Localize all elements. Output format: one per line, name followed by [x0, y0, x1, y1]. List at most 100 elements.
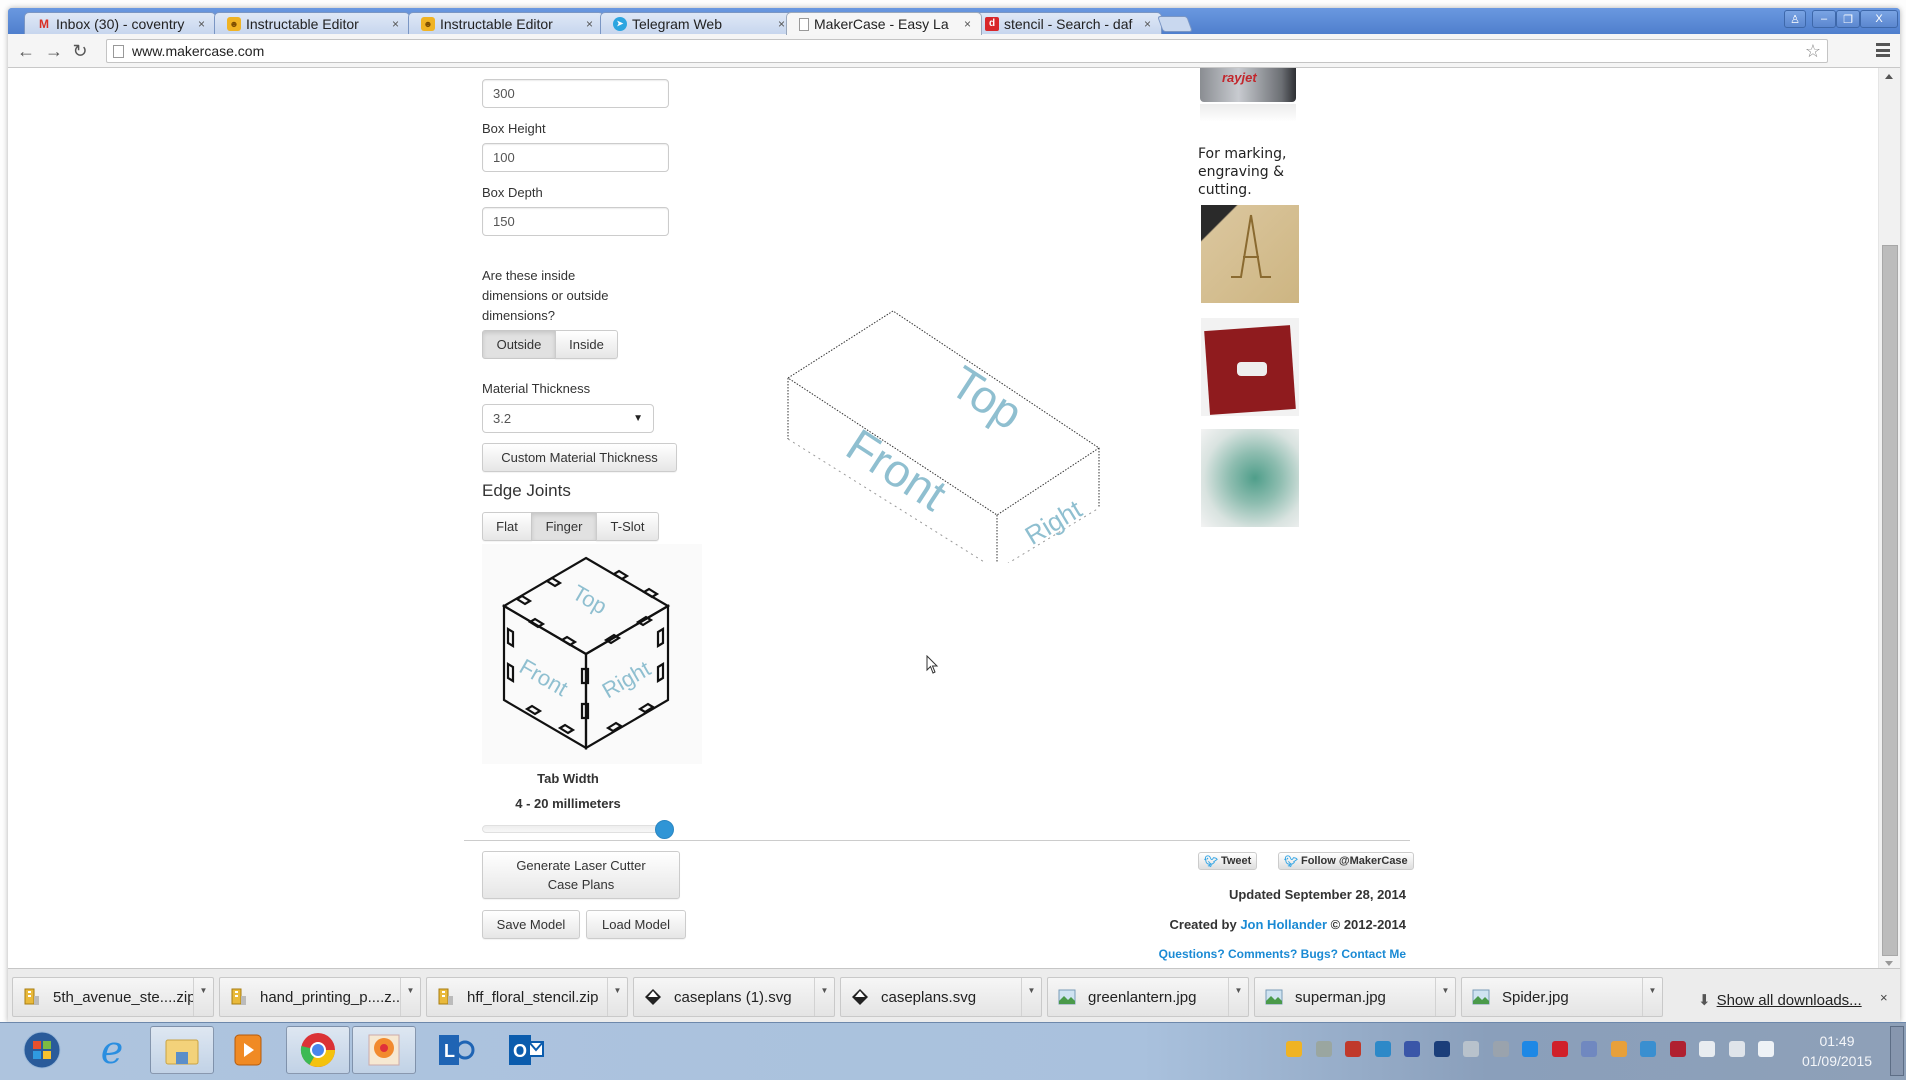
- scrollbar-thumb[interactable]: [1882, 245, 1898, 956]
- reload-button[interactable]: ↻: [70, 41, 90, 61]
- tab-close-icon[interactable]: ×: [392, 17, 399, 31]
- download-menu-arrow-icon[interactable]: ▼: [814, 978, 834, 1016]
- battery-icon[interactable]: [1699, 1041, 1715, 1057]
- new-tab-button[interactable]: [1157, 16, 1193, 32]
- scroll-up-arrow-icon[interactable]: [1885, 74, 1893, 79]
- tab-instructable-2[interactable]: ☻ Instructable Editor ×: [408, 12, 604, 34]
- forward-button[interactable]: →: [44, 41, 64, 61]
- security-shield-icon[interactable]: [1492, 1041, 1509, 1057]
- ad-thumbnail-lace[interactable]: [1201, 429, 1299, 527]
- page-scrollbar[interactable]: [1878, 68, 1900, 972]
- wifi-icon[interactable]: [1374, 1041, 1391, 1057]
- taskbar-lync[interactable]: L: [424, 1026, 488, 1074]
- material-thickness-select[interactable]: 3.2 ▼: [482, 404, 654, 433]
- tab-instructable-1[interactable]: ☻ Instructable Editor ×: [214, 12, 410, 34]
- download-item[interactable]: Spider.jpg ▼: [1461, 977, 1663, 1017]
- tab-deviantart[interactable]: d stencil - Search - daf ×: [972, 12, 1162, 34]
- download-item[interactable]: hff_floral_stencil.zip ▼: [426, 977, 628, 1017]
- signal-icon[interactable]: [1728, 1041, 1745, 1057]
- tab-close-icon[interactable]: ×: [964, 17, 971, 31]
- sync-icon[interactable]: [1404, 1041, 1420, 1057]
- bluetooth-icon[interactable]: [1433, 1041, 1450, 1057]
- inside-button[interactable]: Inside: [555, 330, 618, 359]
- taskbar-outlook[interactable]: O: [494, 1026, 558, 1074]
- box-3d-preview[interactable]: Top Front Right: [768, 293, 1148, 563]
- download-menu-arrow-icon[interactable]: ▼: [1642, 978, 1662, 1016]
- ad-thumbnail-puzzle[interactable]: [1201, 318, 1299, 416]
- taskbar-media-player[interactable]: [216, 1026, 280, 1074]
- follow-button[interactable]: 🐦︎ Follow @MakerCase: [1278, 852, 1414, 870]
- volume-icon[interactable]: [1758, 1041, 1774, 1057]
- generate-plans-button[interactable]: Generate Laser Cutter Case Plans: [482, 851, 680, 899]
- windows-update-icon[interactable]: [1286, 1041, 1302, 1057]
- download-item[interactable]: superman.jpg ▼: [1254, 977, 1456, 1017]
- minimize-button[interactable]: –: [1812, 10, 1836, 28]
- download-menu-arrow-icon[interactable]: ▼: [607, 978, 627, 1016]
- download-item[interactable]: caseplans (1).svg ▼: [633, 977, 835, 1017]
- contact-link[interactable]: Questions? Comments? Bugs? Contact Me: [1159, 947, 1406, 961]
- mcafee-icon[interactable]: [1669, 1041, 1686, 1057]
- taskbar-paint-app[interactable]: [352, 1026, 416, 1074]
- taskbar-chrome[interactable]: [286, 1026, 350, 1074]
- custom-material-thickness-button[interactable]: Custom Material Thickness: [482, 443, 677, 472]
- start-button[interactable]: [10, 1026, 74, 1074]
- tab-close-icon[interactable]: ×: [778, 17, 785, 31]
- tab-close-icon[interactable]: ×: [1144, 17, 1151, 31]
- restore-button[interactable]: ❐: [1836, 10, 1860, 28]
- show-all-downloads-link[interactable]: ⬇ Show all downloads...: [1698, 991, 1862, 1009]
- user-profile-button[interactable]: ♙: [1784, 10, 1806, 28]
- flat-joint-button[interactable]: Flat: [482, 512, 532, 541]
- bookmark-star-icon[interactable]: ☆: [1805, 41, 1821, 62]
- browser-toolbar: ← → ↻ www.makercase.com ☆: [8, 34, 1900, 68]
- finger-joint-button[interactable]: Finger: [531, 512, 597, 541]
- tab-close-icon[interactable]: ×: [586, 17, 593, 31]
- tab-close-icon[interactable]: ×: [198, 17, 205, 31]
- box-depth-input[interactable]: 150: [482, 207, 669, 236]
- download-filename: Spider.jpg: [1502, 988, 1569, 1006]
- download-menu-arrow-icon[interactable]: ▼: [400, 978, 420, 1016]
- disk-icon[interactable]: [1463, 1041, 1479, 1057]
- box-width-input[interactable]: 300: [482, 79, 669, 108]
- close-window-button[interactable]: X: [1860, 10, 1898, 28]
- download-item[interactable]: 5th_avenue_ste....zip ▼: [12, 977, 214, 1017]
- network-error-icon[interactable]: [1345, 1041, 1361, 1057]
- download-menu-arrow-icon[interactable]: ▼: [1435, 978, 1455, 1016]
- url-text[interactable]: www.makercase.com: [132, 43, 1805, 59]
- save-model-button[interactable]: Save Model: [482, 910, 580, 939]
- back-button[interactable]: ←: [16, 41, 36, 61]
- it-icon[interactable]: [1522, 1041, 1538, 1057]
- app-red-icon[interactable]: [1551, 1041, 1568, 1057]
- load-model-button[interactable]: Load Model: [586, 910, 686, 939]
- slider-thumb[interactable]: [655, 820, 674, 839]
- tslot-joint-button[interactable]: T-Slot: [596, 512, 659, 541]
- address-bar[interactable]: www.makercase.com ☆: [106, 39, 1828, 63]
- tweet-button[interactable]: 🐦︎ Tweet: [1198, 852, 1258, 870]
- close-shelf-button[interactable]: ×: [1880, 990, 1888, 1005]
- ad-thumbnail-eiffel[interactable]: [1201, 205, 1299, 303]
- rayjet-ad-image[interactable]: rayjet: [1198, 68, 1302, 126]
- tab-makercase[interactable]: MakerCase - Easy La ×: [786, 12, 982, 35]
- download-menu-arrow-icon[interactable]: ▼: [193, 978, 213, 1016]
- tab-gmail[interactable]: M Inbox (30) - coventry ×: [24, 12, 216, 34]
- usb-icon[interactable]: [1581, 1041, 1597, 1057]
- taskbar-clock[interactable]: 01:49 01/09/2015: [1790, 1031, 1884, 1071]
- download-menu-arrow-icon[interactable]: ▼: [1021, 978, 1041, 1016]
- tab-width-slider[interactable]: [482, 820, 674, 839]
- show-desktop-button[interactable]: [1890, 1026, 1904, 1076]
- chrome-menu-icon[interactable]: [1876, 43, 1890, 57]
- download-item[interactable]: caseplans.svg ▼: [840, 977, 1042, 1017]
- scroll-down-arrow-icon[interactable]: [1885, 961, 1893, 966]
- download-item[interactable]: greenlantern.jpg ▼: [1047, 977, 1249, 1017]
- download-menu-arrow-icon[interactable]: ▼: [1228, 978, 1248, 1016]
- tab-telegram[interactable]: ➤ Telegram Web ×: [600, 12, 796, 34]
- download-item[interactable]: hand_printing_p....z... ▼: [219, 977, 421, 1017]
- outlook-icon: O: [509, 1035, 544, 1065]
- orange-app-icon[interactable]: [1610, 1041, 1627, 1057]
- box-height-input[interactable]: 100: [482, 143, 669, 172]
- taskbar-file-explorer[interactable]: [150, 1026, 214, 1074]
- taskbar-internet-explorer[interactable]: e: [80, 1026, 144, 1074]
- monitor-icon[interactable]: [1640, 1041, 1656, 1057]
- camera-icon[interactable]: [1315, 1041, 1332, 1057]
- outside-button[interactable]: Outside: [482, 330, 556, 359]
- author-link[interactable]: Jon Hollander: [1240, 917, 1327, 932]
